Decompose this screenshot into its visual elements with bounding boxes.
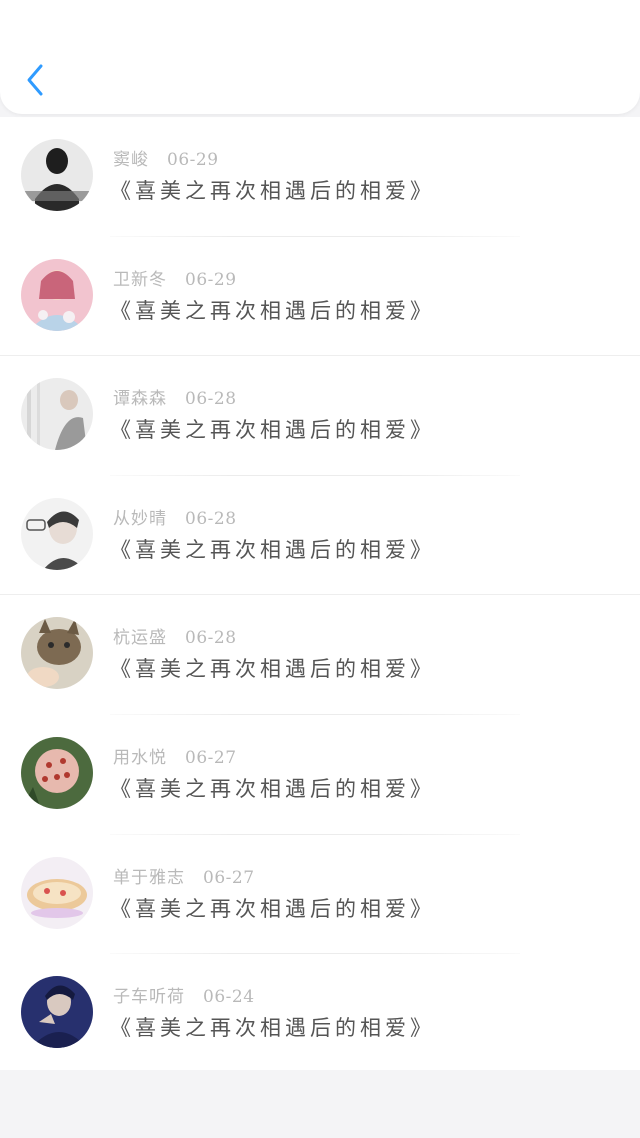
avatar[interactable] <box>21 856 93 929</box>
user-name: 单于雅志 <box>113 867 185 888</box>
avatar[interactable] <box>21 139 93 211</box>
comment-meta: 单于雅志 06-27 <box>113 863 255 888</box>
comment-date: 06-27 <box>185 747 237 768</box>
comment-date: 06-29 <box>185 269 237 290</box>
user-name: 杭运盛 <box>113 628 167 649</box>
back-button[interactable] <box>20 60 50 100</box>
chevron-left-icon <box>27 64 43 96</box>
comment-meta: 杭运盛 06-28 <box>113 623 237 648</box>
user-name: 子车听荷 <box>113 987 185 1008</box>
comment-meta: 从妙晴 06-28 <box>113 504 237 529</box>
comment-title: 《喜美之再次相遇后的相爱》 <box>110 298 435 323</box>
avatar[interactable] <box>21 617 93 690</box>
comment-meta: 谭森森 06-28 <box>113 384 237 409</box>
comment-date: 06-28 <box>185 508 237 529</box>
comment-title: 《喜美之再次相遇后的相爱》 <box>110 537 435 562</box>
avatar[interactable] <box>21 378 93 451</box>
list-item[interactable]: 谭森森 06-28 《喜美之再次相遇后的相爱》 <box>0 356 640 476</box>
comment-date: 06-28 <box>185 628 237 649</box>
user-name: 用水悦 <box>113 747 167 768</box>
comment-meta: 子车听荷 06-24 <box>113 982 255 1007</box>
top-bar <box>0 0 640 114</box>
list-item[interactable]: 单于雅志 06-27 《喜美之再次相遇后的相爱》 <box>0 835 640 955</box>
list-item[interactable]: 从妙晴 06-28 《喜美之再次相遇后的相爱》 <box>0 476 640 596</box>
user-name: 卫新冬 <box>113 269 167 290</box>
user-name: 谭森森 <box>113 389 167 410</box>
comment-title: 《喜美之再次相遇后的相爱》 <box>110 418 435 443</box>
avatar[interactable] <box>21 258 93 331</box>
comment-list: 窦峻 06-29 《喜美之再次相遇后的相爱》 卫新冬 06-29 《喜美之再次相遇后… <box>0 117 640 1070</box>
user-name: 从妙晴 <box>113 508 167 529</box>
list-item[interactable]: 子车听荷 06-24 《喜美之再次相遇后的相爱》 <box>0 954 640 1074</box>
comment-title: 《喜美之再次相遇后的相爱》 <box>110 896 435 921</box>
list-item[interactable]: 窦峻 06-29 《喜美之再次相遇后的相爱》 <box>0 117 640 237</box>
avatar[interactable] <box>21 736 93 809</box>
comment-meta: 卫新冬 06-29 <box>113 265 237 290</box>
comment-meta: 窦峻 06-29 <box>113 145 219 170</box>
user-name: 窦峻 <box>113 150 149 170</box>
comment-date: 06-29 <box>167 150 219 170</box>
comment-title: 《喜美之再次相遇后的相爱》 <box>110 657 435 682</box>
comment-title: 《喜美之再次相遇后的相爱》 <box>110 776 435 801</box>
comment-title: 《喜美之再次相遇后的相爱》 <box>110 179 435 203</box>
avatar[interactable] <box>21 497 93 570</box>
avatar[interactable] <box>21 976 93 1049</box>
comment-title: 《喜美之再次相遇后的相爱》 <box>110 1016 435 1041</box>
comment-date: 06-28 <box>185 389 237 410</box>
list-item[interactable]: 用水悦 06-27 《喜美之再次相遇后的相爱》 <box>0 715 640 835</box>
list-item[interactable]: 杭运盛 06-28 《喜美之再次相遇后的相爱》 <box>0 595 640 715</box>
page: 窦峻 06-29 《喜美之再次相遇后的相爱》 卫新冬 06-29 《喜美之再次相遇后… <box>0 0 640 1138</box>
comment-meta: 用水悦 06-27 <box>113 743 237 768</box>
list-item[interactable]: 卫新冬 06-29 《喜美之再次相遇后的相爱》 <box>0 237 640 357</box>
comment-date: 06-27 <box>203 867 255 888</box>
comment-date: 06-24 <box>203 987 255 1008</box>
